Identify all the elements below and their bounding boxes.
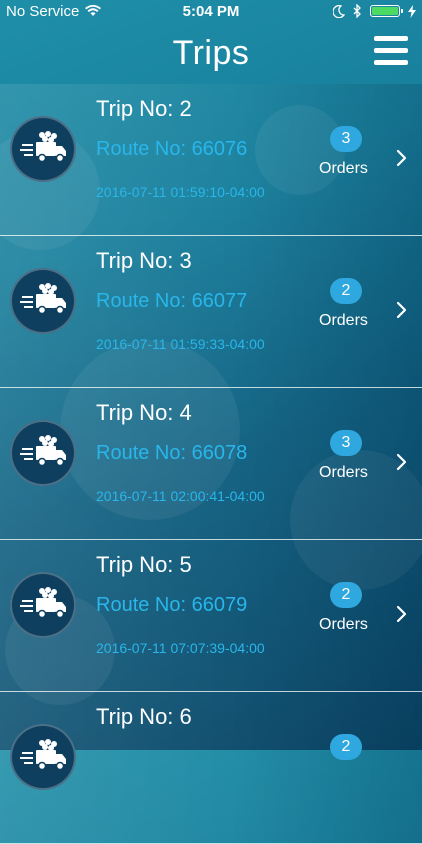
hamburger-menu-icon[interactable] xyxy=(374,36,408,70)
trip-timestamp: 2016-07-11 07:07:39-04:00 xyxy=(96,640,265,656)
chevron-right-icon[interactable] xyxy=(396,300,408,320)
orders-label: Orders xyxy=(319,616,368,633)
orders-label: Orders xyxy=(319,312,368,329)
order-count-badge: 3 xyxy=(330,126,362,152)
delivery-truck-icon xyxy=(10,116,76,182)
chevron-right-icon[interactable] xyxy=(396,148,408,168)
orders-label: Orders xyxy=(319,160,368,177)
route-number: Route No: 66077 xyxy=(96,290,248,312)
status-time: 5:04 PM xyxy=(182,3,240,20)
order-count-badge: 2 xyxy=(330,582,362,608)
trip-number: Trip No: 4 xyxy=(96,400,192,425)
status-bar: No Service 5:04 PM xyxy=(0,0,422,22)
trip-row[interactable]: Trip No: 6 2 xyxy=(0,692,422,844)
trip-timestamp: 2016-07-11 01:59:10-04:00 xyxy=(96,184,265,200)
trip-row[interactable]: Trip No: 3 Route No: 66077 2016-07-11 01… xyxy=(0,236,422,388)
route-number: Route No: 66078 xyxy=(96,442,248,464)
trip-list: Trip No: 2 Route No: 66076 2016-07-11 01… xyxy=(0,84,422,844)
trip-timestamp: 2016-07-11 01:59:33-04:00 xyxy=(96,336,265,352)
orders-label: Orders xyxy=(319,464,368,481)
chevron-right-icon[interactable] xyxy=(396,604,408,624)
trip-number: Trip No: 3 xyxy=(96,248,192,273)
trip-row[interactable]: Trip No: 5 Route No: 66079 2016-07-11 07… xyxy=(0,540,422,692)
trip-timestamp: 2016-07-11 02:00:41-04:00 xyxy=(96,488,265,504)
order-count-badge: 2 xyxy=(330,734,362,760)
trip-number: Trip No: 6 xyxy=(96,704,192,729)
delivery-truck-icon xyxy=(10,724,76,790)
trip-number: Trip No: 2 xyxy=(96,96,192,121)
delivery-truck-icon xyxy=(10,572,76,638)
route-number: Route No: 66076 xyxy=(96,138,248,160)
order-count-badge: 2 xyxy=(330,278,362,304)
page-title: Trips xyxy=(172,33,250,72)
navigation-bar: Trips xyxy=(0,22,422,84)
order-count-badge: 3 xyxy=(330,430,362,456)
delivery-truck-icon xyxy=(10,268,76,334)
delivery-truck-icon xyxy=(10,420,76,486)
trip-row[interactable]: Trip No: 2 Route No: 66076 2016-07-11 01… xyxy=(0,84,422,236)
trip-row[interactable]: Trip No: 4 Route No: 66078 2016-07-11 02… xyxy=(0,388,422,540)
trip-number: Trip No: 5 xyxy=(96,552,192,577)
route-number: Route No: 66079 xyxy=(96,594,248,616)
battery-icon xyxy=(370,5,403,17)
chevron-right-icon[interactable] xyxy=(396,452,408,472)
